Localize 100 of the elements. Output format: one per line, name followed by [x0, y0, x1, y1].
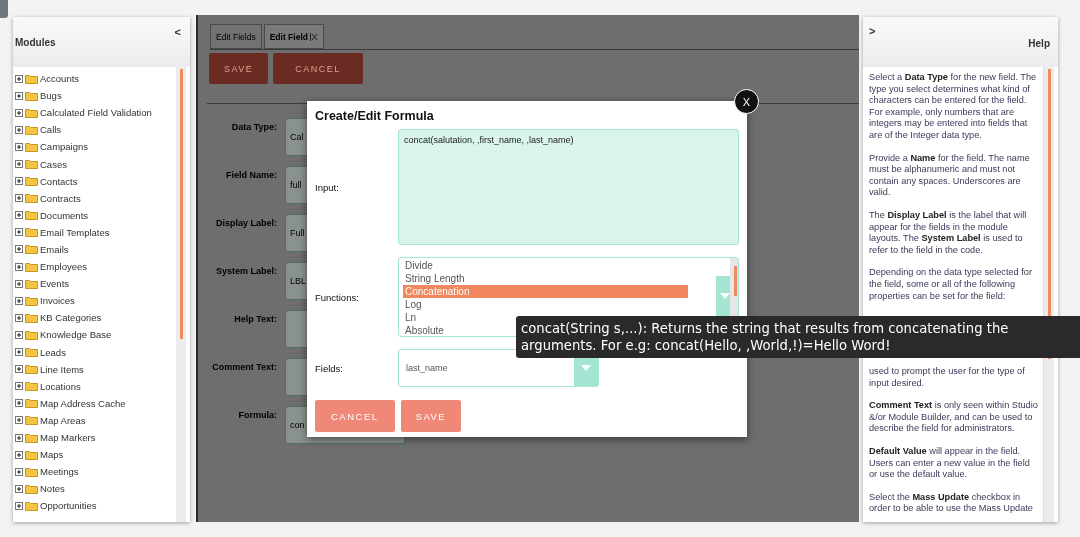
- plus-box-icon[interactable]: [15, 433, 23, 442]
- module-item[interactable]: Email Templates: [40, 226, 110, 238]
- module-item[interactable]: Knowledge Base: [40, 329, 112, 341]
- collapse-toggle[interactable]: <: [174, 26, 181, 38]
- plus-box-icon[interactable]: [15, 125, 23, 134]
- formula-input[interactable]: concat(salutation, ,first_name, ,last_name): [398, 129, 739, 245]
- cancel-button[interactable]: CANCEL: [273, 53, 363, 84]
- folder-icon: [25, 415, 38, 426]
- field-label: Comment Text:: [211, 361, 277, 372]
- plus-box-icon[interactable]: [15, 484, 23, 493]
- field-label: Functions:: [315, 291, 360, 303]
- module-item[interactable]: Bugs: [40, 90, 62, 102]
- help-paragraph: Comment Text is only seen within Studio &/or Module Builder, and can be used to describe the field for administrators.: [869, 400, 1039, 436]
- folder-icon: [25, 347, 38, 358]
- plus-box-icon[interactable]: [15, 279, 23, 288]
- module-item[interactable]: Map Areas: [40, 414, 86, 426]
- module-item[interactable]: Calls: [40, 124, 62, 136]
- folder-icon: [25, 176, 38, 187]
- plus-box-icon[interactable]: [15, 108, 23, 117]
- help-paragraph: Select the Mass Update checkbox in order to be able to use the Mass Update: [869, 491, 1034, 516]
- folder-icon: [25, 124, 38, 135]
- folder-icon: [25, 159, 38, 169]
- module-item[interactable]: Leads: [40, 346, 66, 358]
- module-item[interactable]: Map Markers: [40, 432, 96, 443]
- module-item[interactable]: Maps: [40, 449, 64, 461]
- help-paragraph: The Display Label is the label that will appear for the fields in the module layouts. The System Label is used to refer to the field in the code.: [869, 209, 1028, 257]
- plus-box-icon[interactable]: [15, 228, 23, 237]
- module-item[interactable]: Map Address Cache: [40, 397, 126, 409]
- plus-box-icon[interactable]: [15, 211, 23, 220]
- field-label: Input:: [315, 181, 340, 193]
- function-option[interactable]: Divide: [403, 259, 688, 272]
- plus-box-icon[interactable]: [15, 142, 23, 151]
- folder-icon: [25, 278, 38, 289]
- plus-box-icon[interactable]: [15, 501, 23, 510]
- field-label: System Label:: [214, 265, 277, 276]
- help-paragraph: Select a Data Type for the new field. The type you select determines what kind of characters can be entered for the field. For example, only numbers that are integers may be entered into fields that are of the Integer data type.: [869, 72, 1038, 142]
- module-item[interactable]: Notes: [40, 483, 65, 495]
- plus-box-icon[interactable]: [15, 416, 23, 425]
- save-button[interactable]: SAVE: [209, 53, 269, 84]
- function-option[interactable]: Log: [403, 298, 688, 311]
- plus-box-icon[interactable]: [15, 330, 23, 339]
- module-item[interactable]: Line Items: [40, 363, 84, 375]
- plus-box-icon[interactable]: [15, 382, 23, 391]
- folder-icon: [25, 329, 38, 340]
- folder-icon: [25, 466, 38, 477]
- expand-toggle[interactable]: >: [869, 25, 876, 37]
- folder-icon: [25, 210, 38, 221]
- plus-box-icon[interactable]: [15, 313, 23, 322]
- field-label: Display Label:: [214, 217, 277, 228]
- scrollbar[interactable]: [1044, 67, 1054, 522]
- module-item[interactable]: KB Categories: [40, 312, 102, 324]
- module-item[interactable]: Invoices: [40, 295, 75, 307]
- module-item[interactable]: Employees: [40, 261, 87, 273]
- module-item[interactable]: Accounts: [40, 73, 80, 85]
- field-label: Fields:: [315, 362, 344, 374]
- plus-box-icon[interactable]: [15, 262, 23, 271]
- tab[interactable]: Edit Field: [263, 24, 324, 49]
- plus-box-icon[interactable]: [15, 450, 23, 459]
- folder-icon: [25, 398, 38, 409]
- module-item[interactable]: Campaigns: [40, 141, 89, 153]
- module-item[interactable]: Locations: [40, 380, 81, 392]
- plus-box-icon[interactable]: [15, 91, 23, 100]
- function-option[interactable]: String Length: [403, 272, 688, 285]
- folder-icon: [25, 193, 38, 204]
- module-item[interactable]: Contracts: [40, 192, 81, 204]
- folder-icon: [25, 227, 38, 238]
- plus-box-icon[interactable]: [15, 467, 23, 476]
- tab[interactable]: Edit Fields: [210, 24, 262, 49]
- plus-box-icon[interactable]: [15, 399, 23, 408]
- module-item[interactable]: Events: [40, 278, 70, 290]
- plus-box-icon[interactable]: [15, 348, 23, 357]
- plus-box-icon[interactable]: [15, 245, 23, 254]
- plus-box-icon[interactable]: [15, 74, 23, 83]
- module-item[interactable]: Emails: [40, 244, 69, 255]
- module-item[interactable]: Calculated Field Validation: [40, 107, 152, 119]
- folder-icon: [25, 261, 38, 272]
- help-paragraph: used to prompt the user for the type of input desired.: [869, 366, 1026, 390]
- module-item[interactable]: Meetings: [40, 466, 79, 478]
- folder-icon: [25, 432, 38, 443]
- help-paragraph: Default Value will appear in the field. Users can enter a new value in the field or use the default value.: [869, 446, 1031, 481]
- plus-box-icon[interactable]: [15, 177, 23, 186]
- plus-box-icon[interactable]: [15, 296, 23, 305]
- folder-icon: [25, 449, 38, 460]
- panel-title: Help: [1028, 38, 1050, 49]
- module-item[interactable]: Contacts: [40, 175, 78, 187]
- module-item[interactable]: Opportunities: [40, 500, 97, 512]
- folder-icon: [25, 312, 38, 323]
- module-item[interactable]: Cases: [40, 158, 67, 170]
- scrollbar[interactable]: [176, 67, 186, 522]
- folder-icon: [25, 73, 38, 84]
- caret-down-icon: [581, 365, 591, 371]
- plus-box-icon[interactable]: [15, 194, 23, 203]
- folder-icon: [25, 500, 38, 511]
- caret-down-icon: [720, 293, 730, 299]
- folder-icon: [25, 381, 38, 392]
- plus-box-icon[interactable]: [15, 365, 23, 374]
- close-icon[interactable]: [309, 32, 318, 41]
- plus-box-icon[interactable]: [15, 160, 23, 168]
- dialog-title: Create/Edit Formula: [315, 109, 435, 123]
- module-item[interactable]: Documents: [40, 209, 89, 221]
